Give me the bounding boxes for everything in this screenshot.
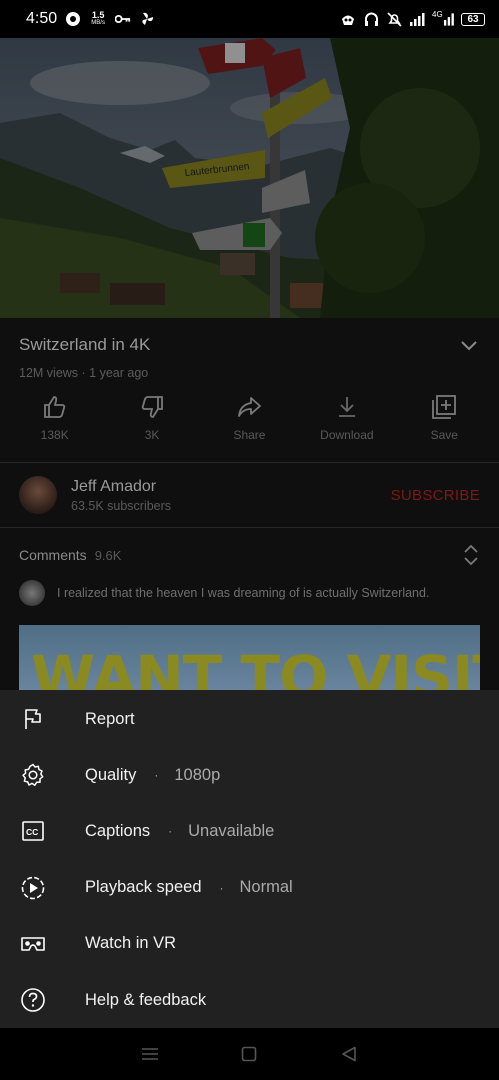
playback-speed-icon: [20, 875, 46, 901]
options-bottom-sheet: Report Quality · 1080p CC Captions · Una…: [0, 690, 499, 1028]
comments-title: Comments: [19, 547, 87, 563]
save-to-playlist-icon: [432, 395, 457, 419]
vr-headset-icon: [20, 931, 46, 957]
top-comment-text: I realized that the heaven I was dreamin…: [57, 586, 430, 600]
download-icon: [338, 397, 355, 417]
key-icon: [115, 11, 131, 27]
channel-row[interactable]: Jeff Amador 63.5K subscribers SUBSCRIBE: [0, 463, 499, 527]
download-label: Download: [320, 428, 374, 442]
menu-label: Captions: [85, 821, 151, 840]
recents-button[interactable]: [138, 1042, 162, 1066]
signal-icon: [409, 11, 425, 27]
top-comment[interactable]: I realized that the heaven I was dreamin…: [0, 566, 499, 606]
menu-icon: [141, 1048, 158, 1060]
mute-bell-icon: [386, 11, 402, 27]
commenter-avatar: [19, 580, 45, 606]
comments-count: 9.6K: [94, 547, 122, 563]
share-button[interactable]: Share: [204, 394, 294, 442]
data-speed-unit: MB/s: [91, 20, 105, 26]
menu-separator: ·: [168, 824, 173, 839]
home-square-icon: [242, 1046, 257, 1062]
video-meta: 12M views · 1 year ago: [19, 366, 149, 380]
chevron-down-icon: [461, 341, 477, 351]
battery-indicator: 63: [461, 12, 485, 26]
fan-icon: [139, 11, 155, 27]
network-4g-icon: 4G: [432, 9, 454, 27]
back-button[interactable]: [337, 1042, 361, 1066]
status-time: 4:50: [26, 10, 58, 27]
menu-label: Watch in VR: [85, 934, 177, 953]
expand-collapse-icon: [464, 544, 478, 566]
svg-text:CC: CC: [26, 827, 38, 837]
home-button[interactable]: [237, 1042, 261, 1066]
channel-name: Jeff Amador: [71, 477, 157, 495]
action-bar: 138K 3K Share Download Save: [0, 380, 499, 442]
subscribe-button[interactable]: SUBSCRIBE: [391, 487, 480, 504]
menu-item-help-feedback[interactable]: Help & feedback: [0, 972, 499, 1028]
video-title: Switzerland in 4K: [19, 335, 151, 354]
thumbs-down-icon: [141, 396, 163, 418]
menu-label: Playback speed: [85, 878, 202, 897]
captions-value: Unavailable: [188, 821, 275, 840]
thumbs-up-icon: [43, 396, 65, 418]
menu-item-watch-in-vr[interactable]: Watch in VR: [0, 916, 499, 972]
save-button[interactable]: Save: [399, 394, 489, 442]
dislike-count: 3K: [144, 428, 160, 442]
menu-label: Quality: [85, 765, 137, 784]
app-notification-icon: [65, 11, 81, 27]
video-frame-image: Lauterbrunnen: [0, 38, 499, 318]
flag-icon: [20, 706, 46, 732]
closed-captions-icon: CC: [20, 818, 46, 844]
menu-separator: ·: [154, 768, 159, 783]
data-speed-value: 1.5: [91, 10, 105, 20]
menu-item-captions[interactable]: CC Captions · Unavailable: [0, 803, 499, 859]
save-label: Save: [430, 428, 458, 442]
playback-speed-value: Normal: [239, 878, 293, 897]
share-icon: [238, 397, 262, 417]
gear-icon: [20, 762, 46, 788]
menu-separator: ·: [219, 880, 224, 895]
video-details: Switzerland in 4K 12M views · 1 year ago…: [0, 318, 499, 695]
menu-item-playback-speed[interactable]: Playback speed · Normal: [0, 860, 499, 916]
dislike-button[interactable]: 3K: [107, 394, 197, 442]
data-speed-indicator: 1.5 MB/s: [89, 11, 107, 27]
headphones-icon: [363, 11, 379, 27]
network-type: 4G: [432, 9, 443, 19]
channel-subscribers: 63.5K subscribers: [71, 498, 172, 513]
menu-label: Help & feedback: [85, 990, 207, 1009]
system-navigation-bar: [0, 1028, 499, 1080]
back-triangle-icon: [342, 1046, 356, 1062]
share-label: Share: [233, 428, 266, 442]
menu-item-quality[interactable]: Quality · 1080p: [0, 747, 499, 803]
video-player[interactable]: Lauterbrunnen: [0, 38, 499, 318]
menu-item-report[interactable]: Report: [0, 691, 499, 747]
comments-section-header[interactable]: Comments 9.6K: [0, 528, 499, 566]
help-icon: [20, 987, 46, 1013]
thumbnail-text: WANT TO VISIT: [31, 643, 480, 695]
like-button[interactable]: 138K: [10, 394, 100, 442]
channel-avatar[interactable]: [19, 476, 57, 514]
next-video-thumbnail[interactable]: WANT TO VISIT: [19, 625, 480, 695]
quality-value: 1080p: [174, 765, 221, 784]
menu-label: Report: [85, 709, 135, 728]
vpn-icon: [340, 11, 356, 27]
download-button[interactable]: Download: [302, 394, 392, 442]
status-bar: 4:50 1.5 MB/s 4G 63: [0, 0, 499, 38]
expand-description-button[interactable]: [458, 334, 480, 356]
like-count: 138K: [40, 428, 69, 442]
